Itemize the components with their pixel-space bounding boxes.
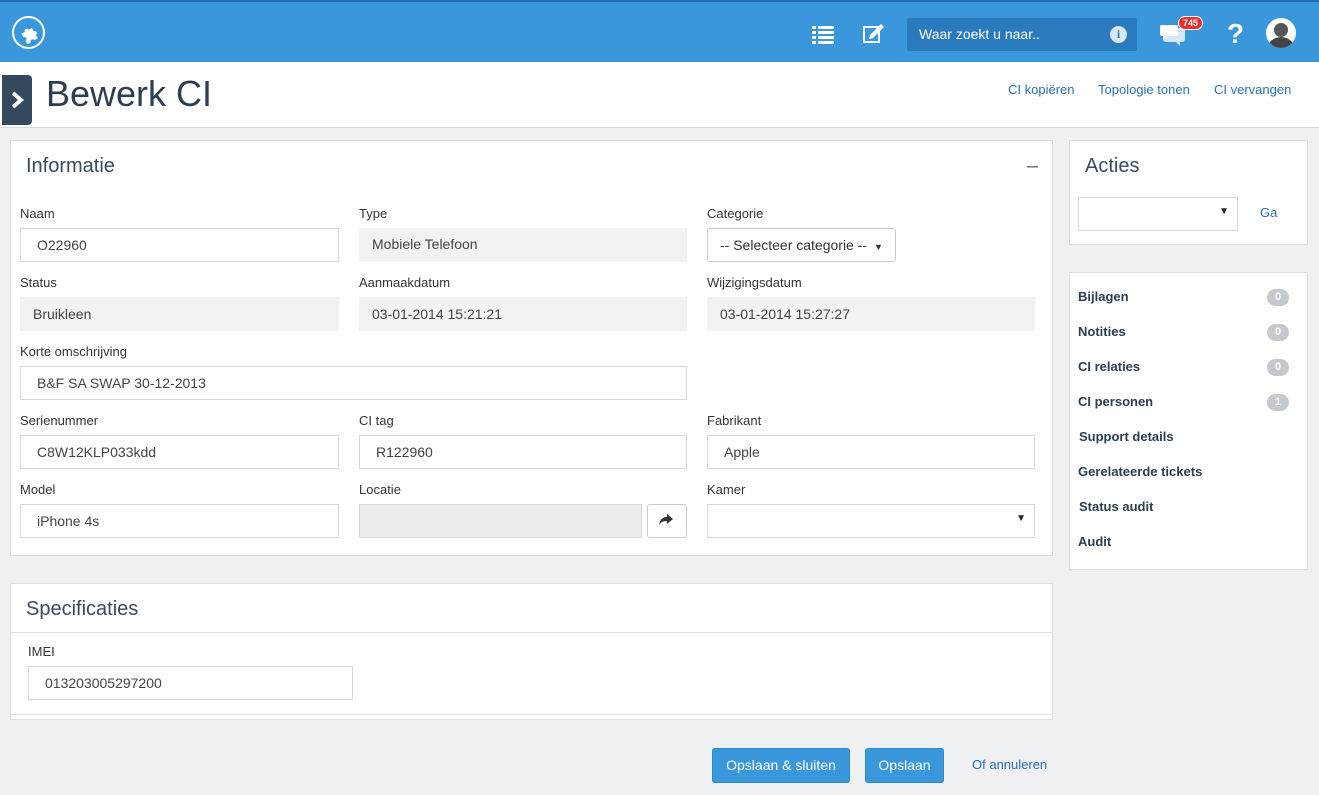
kamer-label: Kamer [707, 482, 746, 497]
panel-title: Informatie [26, 155, 115, 177]
sidebar-item-status-audit[interactable]: Status audit [1079, 499, 1153, 514]
serienummer-label: Serienummer [20, 413, 99, 428]
caret-down-icon: ▼ [873, 242, 883, 252]
omschrijving-input[interactable]: B&F SA SWAP 30-12-2013 [20, 366, 687, 400]
save-and-close-button[interactable]: Opslaan & sluiten [712, 748, 850, 783]
sidebar-item-gerelateerde-tickets[interactable]: Gerelateerde tickets [1078, 464, 1202, 479]
categorie-dropdown[interactable]: -- Selecteer categorie -- ▼ [707, 228, 896, 262]
type-label: Type [359, 206, 388, 221]
help-icon[interactable]: ? [1227, 18, 1244, 50]
panel-title: Acties [1085, 155, 1140, 177]
caret-down-icon: ▼ [1219, 206, 1229, 217]
sidebar-item-ci-personen[interactable]: CI personen [1078, 394, 1153, 409]
actions-panel: Acties ▼ Ga [1069, 140, 1308, 245]
naam-input[interactable]: O22960 [20, 228, 339, 262]
info-icon[interactable]: i [1110, 26, 1127, 43]
notification-badge: 745 [1178, 16, 1204, 30]
search-input[interactable]: Waar zoekt u naar.. i [907, 18, 1137, 51]
categorie-label: Categorie [707, 206, 764, 221]
naam-label: Naam [20, 206, 55, 221]
aanmaakdatum-value: 03-01-2014 15:21:21 [359, 297, 687, 331]
list-icon[interactable] [812, 26, 834, 47]
user-avatar[interactable] [1266, 18, 1296, 48]
save-button[interactable]: Opslaan [865, 748, 944, 783]
ci-relaties-count: 0 [1267, 359, 1289, 376]
specifications-body: IMEI 013203005297200 [11, 632, 1052, 715]
ci-personen-count: 1 [1267, 394, 1289, 411]
collapse-button[interactable]: – [1027, 155, 1038, 178]
bijlagen-count: 0 [1267, 289, 1289, 306]
information-panel: Informatie – Naam O22960 Type Mobiele Te… [10, 140, 1053, 556]
copy-ci-link[interactable]: CI kopiëren [1008, 82, 1074, 97]
sidebar-item-bijlagen[interactable]: Bijlagen [1078, 289, 1129, 304]
go-button[interactable]: Ga [1260, 205, 1277, 220]
page-title: Bewerk CI [46, 73, 213, 114]
share-arrow-icon [659, 514, 673, 525]
puzzle-logo-icon[interactable] [12, 16, 45, 49]
fabrikant-input[interactable]: Apple [707, 435, 1035, 469]
top-bar: Waar zoekt u naar.. i 745 ? [0, 0, 1319, 62]
fabrikant-label: Fabrikant [707, 413, 762, 428]
status-label: Status [20, 275, 57, 290]
show-topology-link[interactable]: Topologie tonen [1098, 82, 1190, 97]
status-value: Bruikleen [20, 297, 339, 331]
caret-down-icon: ▼ [1016, 513, 1026, 524]
imei-label: IMEI [28, 644, 55, 659]
kamer-select[interactable]: ▼ [707, 504, 1035, 538]
sidebar-toggle-button[interactable] [2, 75, 32, 125]
ci-tag-label: CI tag [359, 413, 394, 428]
categorie-selected: -- Selecteer categorie -- [720, 237, 868, 253]
page-header: Bewerk CI CI kopiëren Topologie tonen CI… [0, 62, 1319, 128]
model-label: Model [20, 482, 56, 497]
panel-title: Specificaties [26, 598, 139, 620]
omschrijving-label: Korte omschrijving [20, 344, 127, 359]
locatie-goto-button[interactable] [647, 504, 687, 538]
locatie-label: Locatie [359, 482, 401, 497]
sidebar-item-support-details[interactable]: Support details [1079, 429, 1174, 444]
sidebar-item-audit[interactable]: Audit [1078, 534, 1111, 549]
specifications-panel: Specificaties IMEI 013203005297200 [10, 583, 1053, 720]
chevron-right-icon [11, 91, 24, 109]
edit-icon[interactable] [863, 23, 885, 46]
sidebar-item-notities[interactable]: Notities [1078, 324, 1126, 339]
model-input[interactable]: iPhone 4s [20, 504, 339, 538]
wijzigingsdatum-value: 03-01-2014 15:27:27 [707, 297, 1035, 331]
replace-ci-link[interactable]: CI vervangen [1214, 82, 1291, 97]
aanmaakdatum-label: Aanmaakdatum [359, 275, 451, 290]
search-placeholder: Waar zoekt u naar.. [919, 26, 1040, 42]
ci-tag-input[interactable]: R122960 [359, 435, 687, 469]
notities-count: 0 [1267, 324, 1289, 341]
actions-select[interactable]: ▼ [1078, 197, 1238, 231]
type-value: Mobiele Telefoon [359, 228, 687, 262]
cancel-link[interactable]: Of annuleren [972, 757, 1047, 772]
sidebar-panel: Bijlagen 0 Notities 0 CI relaties 0 CI p… [1069, 272, 1308, 570]
wijzigingsdatum-label: Wijzigingsdatum [707, 275, 802, 290]
serienummer-input[interactable]: C8W12KLP033kdd [20, 435, 339, 469]
imei-input[interactable]: 013203005297200 [28, 666, 353, 700]
sidebar-item-ci-relaties[interactable]: CI relaties [1078, 359, 1140, 374]
locatie-input[interactable] [359, 504, 642, 538]
